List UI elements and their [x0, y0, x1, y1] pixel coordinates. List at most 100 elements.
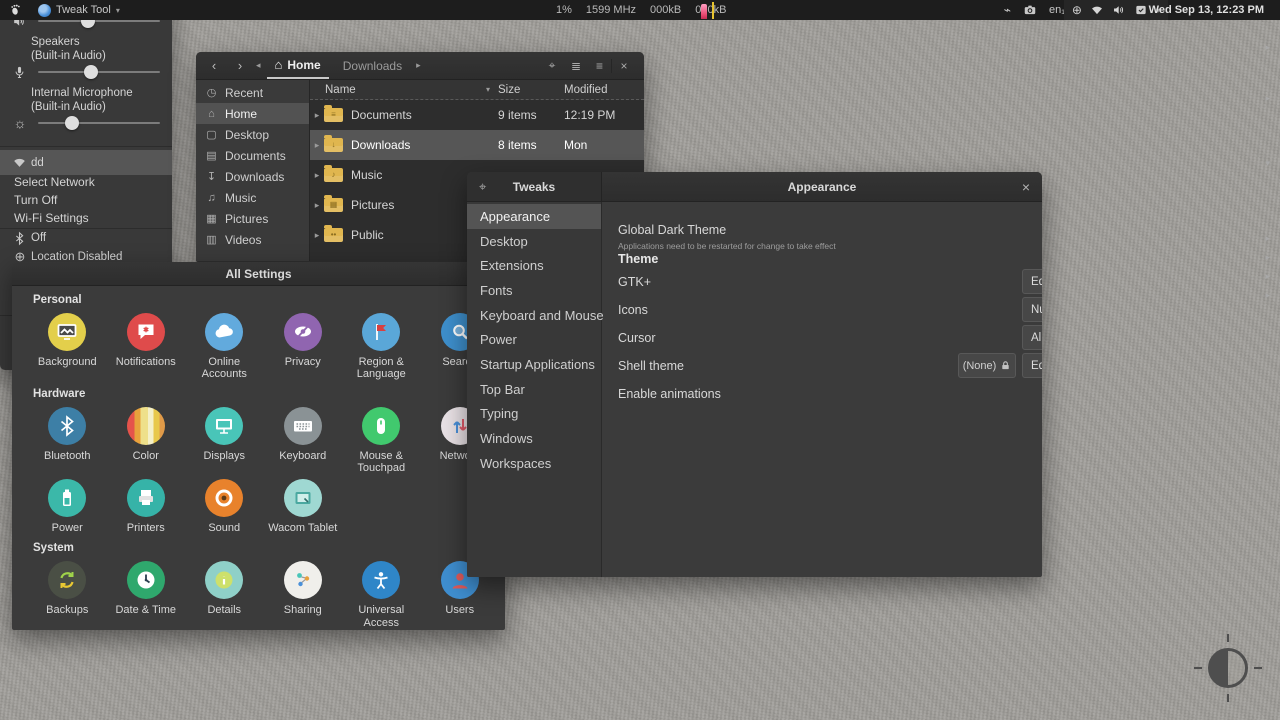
folder-icon: ↓: [324, 135, 343, 152]
tweaks-item-typing[interactable]: Typing: [467, 402, 601, 427]
settings-tile-mouse-touchpad[interactable]: Mouse & Touchpad: [342, 402, 421, 474]
path-scroll-right-icon[interactable]: ▸: [416, 60, 421, 71]
settings-tile-online-accounts[interactable]: Online Accounts: [185, 308, 264, 380]
shell-theme-dropdown[interactable]: Equilux ▾: [1022, 353, 1042, 378]
gnome-foot-icon: [8, 3, 22, 17]
settings-tile-bluetooth[interactable]: Bluetooth: [28, 402, 107, 474]
sidebar-item-pictures[interactable]: ▦ Pictures: [196, 208, 309, 229]
sidebar-item-music[interactable]: ♫ Music: [196, 187, 309, 208]
submenu-arrow-icon[interactable]: ▸: [1265, 290, 1270, 301]
submenu-arrow-icon[interactable]: ▸: [1265, 271, 1270, 282]
clock[interactable]: Wed Sep 13, 12:23 PM: [1149, 4, 1264, 16]
file-row-downloads[interactable]: ▸ ↓ Downloads 8 items Mon: [310, 130, 644, 160]
column-modified[interactable]: Modified: [564, 84, 644, 96]
desktop-half-circle-widget[interactable]: [1208, 648, 1248, 688]
settings-tile-keyboard[interactable]: Keyboard: [264, 402, 343, 474]
file-name: Public: [351, 228, 384, 242]
settings-tile-background[interactable]: Background: [28, 308, 107, 380]
microphone-slider[interactable]: [38, 65, 160, 79]
file-row-documents[interactable]: ▸ ≡ Documents 9 items 12:19 PM: [310, 100, 644, 130]
brightness-slider[interactable]: [38, 116, 160, 130]
tweaks-item-desktop[interactable]: Desktop: [467, 229, 601, 254]
microphone-label[interactable]: Internal Microphone (Built-in Audio): [31, 86, 133, 115]
turn-off-item[interactable]: Turn Off: [14, 193, 57, 207]
tweaks-item-startup-applications[interactable]: Startup Applications: [467, 352, 601, 377]
tweaks-item-extensions[interactable]: Extensions: [467, 253, 601, 278]
tweaks-item-windows[interactable]: Windows: [467, 426, 601, 451]
cpu-usage: 1%: [556, 4, 572, 16]
locate-pointer-icon[interactable]: ⌖: [479, 179, 486, 195]
shell-theme-none-button[interactable]: (None): [958, 353, 1016, 378]
settings-tile-details[interactable]: Details: [185, 556, 264, 628]
cursor-theme-dropdown[interactable]: Alkano-Aluminium ▾: [1022, 325, 1042, 350]
expander-icon[interactable]: ▸: [310, 230, 324, 241]
activities-button[interactable]: [0, 0, 30, 20]
locate-pointer-icon[interactable]: ⌖: [540, 58, 564, 73]
path-scroll-left-icon[interactable]: ◂: [256, 60, 261, 71]
touchpad-off-icon[interactable]: ⌁: [1004, 4, 1011, 16]
app-menu[interactable]: Tweak Tool ▾: [30, 0, 128, 20]
close-button[interactable]: ×: [1022, 179, 1030, 195]
wifi-settings-item[interactable]: Wi-Fi Settings: [14, 211, 89, 225]
icon-theme-dropdown[interactable]: Numix-Circle ▾: [1022, 297, 1042, 322]
gtk-theme-dropdown[interactable]: Equilux ▾: [1022, 269, 1042, 294]
settings-tile-printers[interactable]: Printers: [107, 474, 186, 534]
tweaks-sidebar-header: ⌖ Tweaks: [467, 172, 602, 202]
back-button[interactable]: ‹: [204, 58, 224, 73]
file-name: Pictures: [351, 198, 395, 212]
settings-tile-date-time[interactable]: Date & Time: [107, 556, 186, 628]
column-name[interactable]: Name ▾: [310, 84, 498, 96]
submenu-arrow-icon[interactable]: ▸: [1265, 42, 1270, 53]
tweaks-item-fonts[interactable]: Fonts: [467, 278, 601, 303]
settings-tile-sharing[interactable]: Sharing: [264, 556, 343, 628]
settings-tile-displays[interactable]: Displays: [185, 402, 264, 474]
settings-tile-color[interactable]: Color: [107, 402, 186, 474]
speakers-line2: (Built-in Audio): [31, 50, 106, 63]
sidebar-item-home[interactable]: ⌂ Home: [196, 103, 309, 124]
volume-slider[interactable]: [38, 14, 160, 28]
submenu-arrow-icon[interactable]: ▸: [1265, 233, 1270, 244]
settings-tile-universal-access[interactable]: Universal Access: [342, 556, 421, 629]
expander-icon[interactable]: ▸: [310, 110, 324, 121]
bluetooth-status[interactable]: Off: [31, 231, 46, 245]
screenshot-camera-icon[interactable]: [1023, 3, 1037, 17]
close-button[interactable]: ×: [612, 59, 636, 73]
window-menu-button[interactable]: ≡: [588, 58, 612, 73]
settings-tile-notifications[interactable]: Notifications: [107, 308, 186, 380]
select-network-item[interactable]: Select Network: [14, 175, 95, 189]
widget-tick-bottom: [1227, 694, 1229, 702]
sidebar-item-recent[interactable]: ◷ Recent: [196, 82, 309, 103]
submenu-arrow-icon[interactable]: ▸: [1265, 252, 1270, 263]
tweaks-item-workspaces[interactable]: Workspaces: [467, 451, 601, 476]
settings-tile-privacy[interactable]: Privacy: [264, 308, 343, 380]
pathbar-downloads-tab[interactable]: Downloads: [335, 52, 410, 79]
sidebar-item-documents[interactable]: ▤ Documents: [196, 145, 309, 166]
tweaks-item-top-bar[interactable]: Top Bar: [467, 377, 601, 402]
tweaks-item-power[interactable]: Power: [467, 327, 601, 352]
settings-tile-wacom[interactable]: Wacom Tablet: [264, 474, 343, 534]
forward-button[interactable]: ›: [230, 58, 250, 73]
settings-tile-power[interactable]: Power: [28, 474, 107, 534]
date-time-icon: [126, 561, 165, 600]
settings-tile-backups[interactable]: Backups: [28, 556, 107, 628]
submenu-arrow-icon[interactable]: ▸: [1265, 93, 1270, 104]
tweaks-sidebar: Appearance Desktop Extensions Fonts Keyb…: [467, 202, 604, 577]
sidebar-item-downloads[interactable]: ↧ Downloads: [196, 166, 309, 187]
column-size[interactable]: Size: [498, 84, 564, 96]
sidebar-item-desktop[interactable]: ▢ Desktop: [196, 124, 309, 145]
tweaks-item-keyboard-mouse[interactable]: Keyboard and Mouse: [467, 303, 604, 328]
chevron-down-icon: ▾: [1265, 158, 1270, 168]
settings-tile-sound[interactable]: Sound: [185, 474, 264, 534]
tweaks-item-appearance[interactable]: Appearance: [467, 204, 601, 229]
file-size: 8 items: [498, 138, 537, 152]
sidebar-item-videos[interactable]: ▥ Videos: [196, 229, 309, 250]
brightness-slider-knob[interactable]: [64, 116, 79, 130]
microphone-slider-knob[interactable]: [84, 65, 99, 79]
expander-icon[interactable]: ▸: [310, 200, 324, 211]
list-view-button[interactable]: ≣: [564, 59, 588, 73]
settings-tile-region-language[interactable]: Region & Language: [342, 308, 421, 380]
pathbar-home-tab[interactable]: ⌂ Home: [266, 52, 329, 79]
expander-icon[interactable]: ▸: [310, 170, 324, 181]
speakers-label[interactable]: Speakers (Built-in Audio): [31, 35, 106, 64]
expander-icon[interactable]: ▸: [310, 140, 324, 151]
